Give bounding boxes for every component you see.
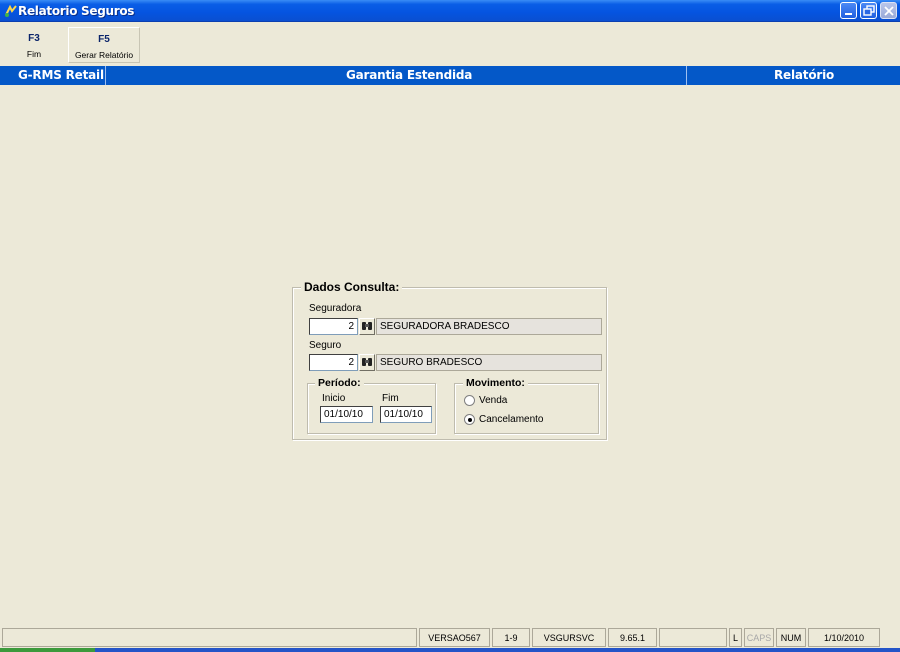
header-module: Garantia Estendida bbox=[346, 68, 473, 82]
binoculars-icon bbox=[362, 358, 372, 366]
inicio-label: Inicio bbox=[322, 393, 346, 404]
restore-icon bbox=[863, 5, 875, 16]
minimize-icon bbox=[845, 13, 852, 15]
dados-consulta-title: Dados Consulta: bbox=[301, 280, 403, 294]
cancelamento-label[interactable]: Cancelamento bbox=[479, 414, 543, 425]
close-icon bbox=[884, 6, 894, 16]
seguro-code-input[interactable]: 2 bbox=[309, 354, 358, 371]
fim-label: Fim bbox=[26, 49, 42, 59]
close-button[interactable] bbox=[880, 2, 897, 19]
seguradora-label: Seguradora bbox=[309, 303, 362, 314]
fim-button[interactable]: F3 Fim bbox=[12, 27, 56, 63]
seguro-description: SEGURO BRADESCO bbox=[376, 354, 602, 371]
header-separator bbox=[105, 66, 106, 85]
fim-date-input[interactable]: 01/10/10 bbox=[380, 406, 432, 423]
status-range: 1-9 bbox=[492, 628, 530, 647]
taskbar-edge bbox=[0, 648, 900, 652]
start-button-edge bbox=[0, 648, 95, 652]
seguradora-code-input[interactable]: 2 bbox=[309, 318, 358, 335]
status-caps: CAPS bbox=[744, 628, 774, 647]
title-bar[interactable]: Relatorio Seguros bbox=[0, 0, 900, 22]
status-bar: VERSAO567 1-9 VSGURSVC 9.65.1 L CAPS NUM… bbox=[0, 628, 900, 648]
periodo-title: Período: bbox=[315, 377, 364, 389]
gerar-relatorio-label: Gerar Relatório bbox=[74, 50, 134, 60]
status-empty bbox=[659, 628, 727, 647]
status-version: VERSAO567 bbox=[419, 628, 490, 647]
fim-label: Fim bbox=[382, 393, 399, 404]
binoculars-icon bbox=[362, 322, 372, 330]
gerar-relatorio-button[interactable]: F5 Gerar Relatório bbox=[68, 27, 140, 63]
status-program: VSGURSVC bbox=[532, 628, 606, 647]
status-message bbox=[2, 628, 417, 647]
f5-key: F5 bbox=[98, 34, 110, 45]
status-num: NUM bbox=[776, 628, 806, 647]
restore-button[interactable] bbox=[860, 2, 877, 19]
status-build: 9.65.1 bbox=[608, 628, 657, 647]
status-l: L bbox=[729, 628, 742, 647]
movimento-title: Movimento: bbox=[463, 377, 528, 389]
venda-radio[interactable] bbox=[464, 395, 475, 406]
header-screen: Relatório bbox=[774, 68, 835, 82]
minimize-button[interactable] bbox=[840, 2, 857, 19]
window-title: Relatorio Seguros bbox=[18, 4, 135, 18]
seguradora-lookup-button[interactable] bbox=[359, 318, 375, 335]
seguro-label: Seguro bbox=[309, 340, 342, 351]
movimento-group bbox=[454, 383, 599, 434]
radio-selected-dot bbox=[468, 418, 472, 422]
cancelamento-radio[interactable] bbox=[464, 414, 475, 425]
header-band: G-RMS Retail Garantia Estendida Relatóri… bbox=[0, 66, 900, 85]
seguro-lookup-button[interactable] bbox=[359, 354, 375, 371]
inicio-date-input[interactable]: 01/10/10 bbox=[320, 406, 373, 423]
header-app-name: G-RMS Retail bbox=[18, 68, 104, 82]
seguradora-description: SEGURADORA BRADESCO bbox=[376, 318, 602, 335]
header-separator bbox=[686, 66, 687, 85]
app-icon bbox=[5, 4, 17, 17]
status-date: 1/10/2010 bbox=[808, 628, 880, 647]
f3-key: F3 bbox=[28, 33, 40, 44]
venda-label[interactable]: Venda bbox=[479, 395, 507, 406]
